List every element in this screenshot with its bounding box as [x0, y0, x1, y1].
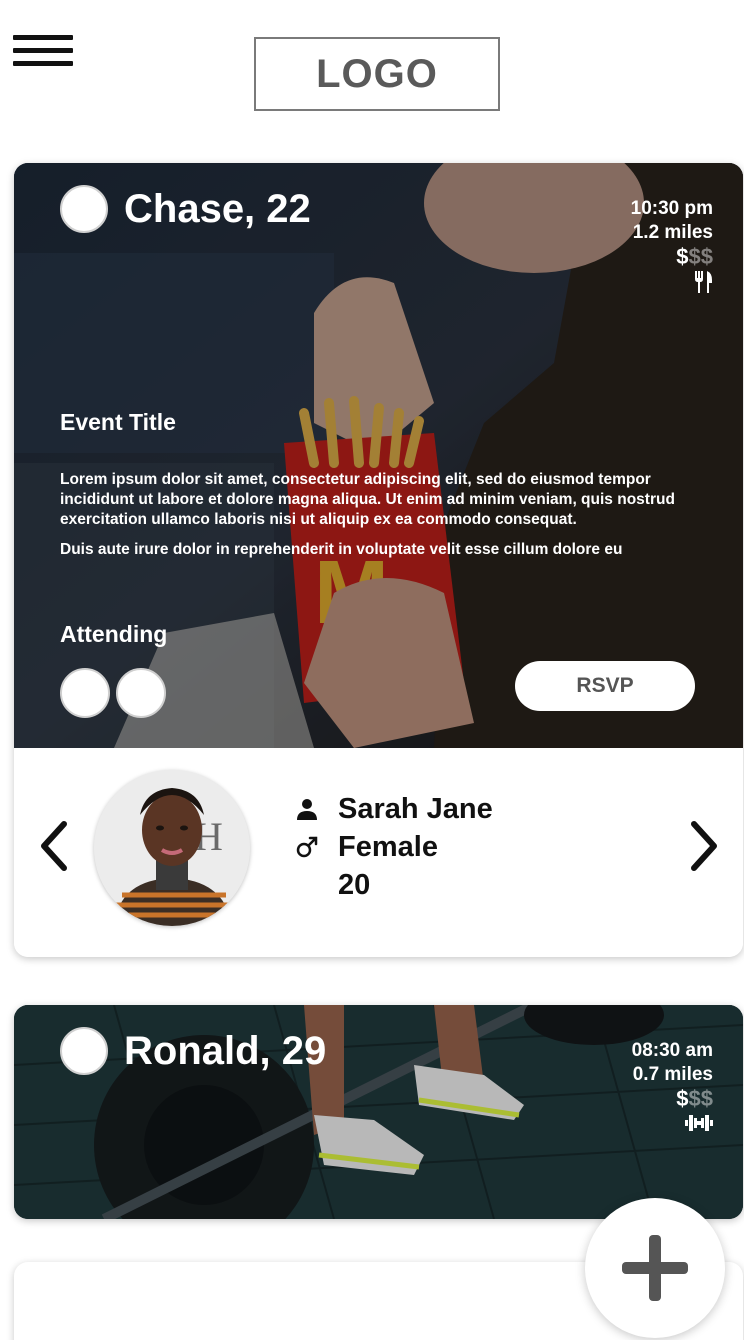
attendee-age: 20	[338, 868, 371, 901]
price-inactive: $$	[688, 1086, 713, 1111]
chevron-right-icon[interactable]	[684, 818, 724, 874]
event-meta: 10:30 pm 1.2 miles $$$	[631, 197, 713, 295]
add-event-button[interactable]	[585, 1198, 725, 1338]
host-avatar[interactable]	[60, 1027, 108, 1075]
event-distance: 1.2 miles	[632, 222, 713, 243]
attendee-gender: Female	[338, 830, 438, 863]
event-card[interactable]: Ronald, 29 08:30 am 0.7 miles $$$	[14, 1005, 743, 1219]
attendee-avatar[interactable]	[60, 668, 110, 718]
event-title: Event Title	[60, 409, 176, 435]
event-hero-image: Ronald, 29 08:30 am 0.7 miles $$$	[14, 1005, 743, 1219]
dumbbell-icon	[632, 1111, 713, 1135]
price-active: $	[676, 244, 689, 269]
attendee-info: Sarah Jane Female 20	[294, 790, 493, 904]
event-description-paragraph: Lorem ipsum dolor sit amet, consectetur …	[60, 471, 675, 528]
utensils-icon	[631, 269, 713, 295]
logo: LOGO	[254, 37, 500, 111]
event-description-paragraph: Duis aute irure dolor in reprehenderit i…	[60, 541, 623, 558]
price-level: $$$	[632, 1087, 713, 1111]
event-description: Lorem ipsum dolor sit amet, consectetur …	[60, 470, 710, 570]
attendee-carousel: H Sarah Jane Female 20	[14, 748, 743, 957]
event-meta: 08:30 am 0.7 miles $$$	[632, 1039, 713, 1135]
attendee-avatar[interactable]	[116, 668, 166, 718]
plus-icon	[622, 1235, 688, 1301]
price-active: $	[676, 1086, 689, 1111]
person-icon	[294, 796, 320, 822]
host-name: Ronald, 29	[124, 1029, 327, 1073]
attendee-photo: H	[94, 770, 250, 926]
event-time: 08:30 am	[631, 1040, 713, 1061]
event-distance: 0.7 miles	[632, 1064, 713, 1085]
male-gender-icon	[294, 834, 320, 860]
event-time: 10:30 pm	[630, 198, 713, 219]
hamburger-menu-icon[interactable]	[13, 35, 73, 69]
event-card[interactable]: M Chase, 22 10:30 pm 1.2 miles $$$ Event…	[14, 163, 743, 957]
rsvp-button[interactable]: RSVP	[515, 661, 695, 711]
chevron-left-icon[interactable]	[34, 818, 74, 874]
attending-label: Attending	[60, 621, 168, 647]
price-level: $$$	[631, 245, 713, 269]
host-name: Chase, 22	[124, 187, 311, 231]
event-hero-image: M Chase, 22 10:30 pm 1.2 miles $$$ Event…	[14, 163, 743, 748]
price-inactive: $$	[688, 244, 713, 269]
attendee-name: Sarah Jane	[338, 792, 493, 825]
host-avatar[interactable]	[60, 185, 108, 233]
